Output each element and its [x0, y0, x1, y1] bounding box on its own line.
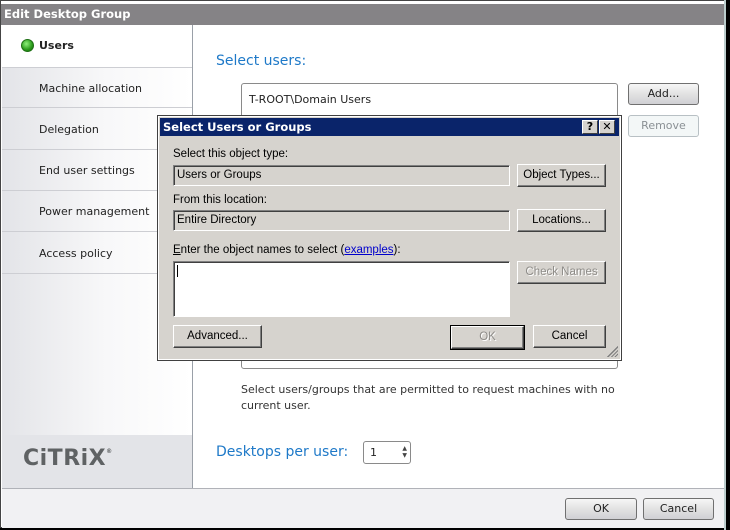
sidebar-item-label: Delegation	[39, 123, 99, 136]
resize-grip-icon[interactable]	[607, 346, 618, 357]
dialog-title: Select Users or Groups ? ✕	[160, 118, 619, 136]
examples-link[interactable]: examples	[344, 244, 393, 256]
status-ok-icon	[21, 39, 34, 52]
select-users-dialog: Select Users or Groups ? ✕ Select this o…	[157, 115, 622, 361]
window-title: Edit Desktop Group	[1, 4, 725, 25]
locations-button[interactable]: Locations...	[517, 209, 606, 232]
sidebar-item-label: Users	[39, 39, 74, 52]
check-names-button[interactable]: Check Names	[517, 261, 606, 284]
remove-button[interactable]: Remove	[628, 115, 699, 137]
cancel-button[interactable]: Cancel	[643, 498, 714, 520]
dialog-ok-button[interactable]: OK	[450, 325, 525, 350]
object-names-input[interactable]	[173, 261, 510, 317]
list-item[interactable]: T-ROOT\Domain Users	[242, 84, 617, 106]
object-type-field: Users or Groups	[173, 165, 510, 186]
location-label: From this location:	[173, 194, 267, 206]
advanced-button[interactable]: Advanced...	[173, 325, 262, 348]
spinner-arrows-icon[interactable]: ▲ ▼	[402, 445, 407, 459]
desktops-per-user-label: Desktops per user:	[216, 444, 349, 460]
footer: OK Cancel	[2, 488, 725, 528]
sidebar-item-label: Power management	[39, 205, 150, 218]
location-field: Entire Directory	[173, 210, 510, 231]
text-caret	[177, 265, 178, 277]
select-users-heading: Select users:	[216, 53, 307, 69]
sidebar-item-label: Access policy	[39, 247, 113, 260]
desktops-per-user-stepper[interactable]: 1 ▲ ▼	[363, 441, 411, 464]
citrix-logo: CiTRiX®	[23, 446, 113, 471]
object-types-button[interactable]: Object Types...	[517, 164, 606, 187]
object-type-label: Select this object type:	[173, 148, 289, 160]
sidebar-item-label: End user settings	[39, 164, 135, 177]
ok-button[interactable]: OK	[565, 498, 637, 520]
object-names-label: Enter the object names to select (exampl…	[173, 244, 401, 256]
sidebar-item-users[interactable]: Users	[2, 25, 192, 66]
close-icon[interactable]: ✕	[599, 120, 615, 134]
add-button[interactable]: Add...	[628, 83, 699, 105]
sidebar-item-label: Machine allocation	[39, 82, 142, 95]
help-icon[interactable]: ?	[582, 120, 598, 134]
dialog-cancel-button[interactable]: Cancel	[533, 325, 606, 348]
sidebar-item-machine-allocation[interactable]: Machine allocation	[2, 67, 192, 108]
help-text: Select users/groups that are permitted t…	[241, 383, 615, 412]
